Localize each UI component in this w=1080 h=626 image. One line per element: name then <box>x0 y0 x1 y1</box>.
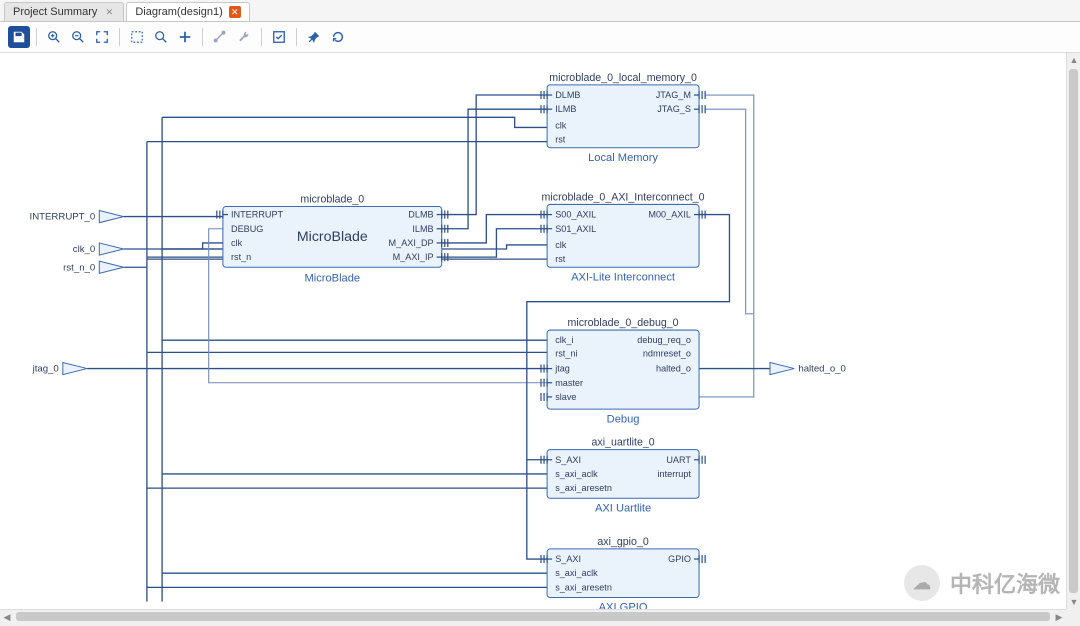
block-debug[interactable]: microblade_0_debug_0 Debug clk_i rst_ni … <box>541 317 699 425</box>
toolbar-separator <box>202 28 203 46</box>
svg-text:JTAG_M: JTAG_M <box>656 90 691 100</box>
svg-text:s_axi_aresetn: s_axi_aresetn <box>555 582 612 592</box>
wrench-icon[interactable] <box>233 26 255 48</box>
block-axi-interconnect[interactable]: microblade_0_AXI_Interconnect_0 AXI-Lite… <box>541 191 705 283</box>
svg-text:INTERRUPT: INTERRUPT <box>231 210 284 220</box>
svg-text:Debug: Debug <box>607 413 640 425</box>
svg-text:ILMB: ILMB <box>412 224 433 234</box>
zoom-in-icon[interactable] <box>43 26 65 48</box>
svg-text:DEBUG: DEBUG <box>231 224 263 234</box>
svg-text:microblade_0_local_memory_0: microblade_0_local_memory_0 <box>549 72 697 84</box>
svg-text:clk: clk <box>555 120 567 130</box>
toolbar-separator <box>296 28 297 46</box>
svg-text:clk: clk <box>555 240 567 250</box>
svg-text:DLMB: DLMB <box>408 210 433 220</box>
svg-text:AXI-Lite Interconnect: AXI-Lite Interconnect <box>571 271 676 283</box>
ext-port-interrupt[interactable]: INTERRUPT_0 <box>30 211 124 223</box>
pin-icon[interactable] <box>303 26 325 48</box>
search-icon[interactable] <box>150 26 172 48</box>
svg-text:rst_n: rst_n <box>231 252 251 262</box>
ext-port-rstn[interactable]: rst_n_0 <box>63 261 123 273</box>
svg-text:axi_uartlite_0: axi_uartlite_0 <box>591 437 654 449</box>
scroll-up-icon[interactable]: ▲ <box>1067 53 1080 67</box>
svg-text:rst_ni: rst_ni <box>555 348 577 358</box>
svg-text:slave: slave <box>555 392 576 402</box>
svg-text:microblade_0: microblade_0 <box>300 193 364 205</box>
svg-text:debug_req_o: debug_req_o <box>637 335 691 345</box>
close-icon[interactable]: ✕ <box>229 6 241 18</box>
diagram-canvas[interactable]: INTERRUPT_0 clk_0 rst_n_0 jtag_0 halted_… <box>0 53 1080 623</box>
svg-text:axi_gpio_0: axi_gpio_0 <box>597 536 648 548</box>
scroll-right-icon[interactable]: ▶ <box>1052 610 1066 624</box>
svg-text:UART: UART <box>666 455 691 465</box>
connector-icon[interactable] <box>209 26 231 48</box>
svg-text:microblade_0_debug_0: microblade_0_debug_0 <box>568 317 679 329</box>
refresh-icon[interactable] <box>327 26 349 48</box>
svg-text:rst: rst <box>555 135 566 145</box>
svg-text:s_axi_aresetn: s_axi_aresetn <box>555 483 612 493</box>
ext-port-halted[interactable]: halted_o_0 <box>770 362 846 374</box>
zoom-fit-icon[interactable] <box>91 26 113 48</box>
block-diagram[interactable]: INTERRUPT_0 clk_0 rst_n_0 jtag_0 halted_… <box>0 53 1080 623</box>
scrollbar-corner <box>1066 609 1080 623</box>
svg-text:S_AXI: S_AXI <box>555 455 581 465</box>
tab-bar: Project Summary ✕ Diagram(design1) ✕ <box>0 0 1080 22</box>
svg-text:interrupt: interrupt <box>658 469 692 479</box>
scroll-down-icon[interactable]: ▼ <box>1067 595 1080 609</box>
svg-text:AXI Uartlite: AXI Uartlite <box>595 502 651 514</box>
svg-text:s_axi_aclk: s_axi_aclk <box>555 469 598 479</box>
svg-text:halted_o: halted_o <box>656 364 691 374</box>
toolbar-separator <box>36 28 37 46</box>
svg-text:jtag_0: jtag_0 <box>32 364 59 375</box>
block-local-memory[interactable]: microblade_0_local_memory_0 Local Memory… <box>541 72 705 164</box>
tab-diagram-design1[interactable]: Diagram(design1) ✕ <box>126 2 249 21</box>
svg-text:jtag: jtag <box>554 364 570 374</box>
svg-text:MicroBlade: MicroBlade <box>304 272 360 284</box>
svg-text:ILMB: ILMB <box>555 104 576 114</box>
tab-label: Diagram(design1) <box>135 6 222 18</box>
svg-text:S01_AXIL: S01_AXIL <box>555 224 596 234</box>
svg-text:Local Memory: Local Memory <box>588 152 658 164</box>
svg-text:M_AXI_DP: M_AXI_DP <box>389 238 434 248</box>
zoom-out-icon[interactable] <box>67 26 89 48</box>
ext-port-clk[interactable]: clk_0 <box>73 243 124 255</box>
zoom-area-icon[interactable] <box>126 26 148 48</box>
svg-text:M00_AXIL: M00_AXIL <box>648 210 691 220</box>
svg-text:clk: clk <box>231 238 243 248</box>
svg-text:JTAG_S: JTAG_S <box>657 104 691 114</box>
block-uartlite[interactable]: axi_uartlite_0 AXI Uartlite S_AXI s_axi_… <box>541 437 705 515</box>
validate-icon[interactable] <box>268 26 290 48</box>
vertical-scrollbar[interactable]: ▲ ▼ <box>1066 53 1080 609</box>
toolbar-separator <box>119 28 120 46</box>
svg-text:s_axi_aclk: s_axi_aclk <box>555 568 598 578</box>
svg-text:master: master <box>555 378 583 388</box>
svg-text:rst_n_0: rst_n_0 <box>63 262 95 273</box>
svg-text:DLMB: DLMB <box>555 90 580 100</box>
add-icon[interactable] <box>174 26 196 48</box>
block-microblade[interactable]: microblade_0 MicroBlade MicroBlade INTER… <box>217 193 448 284</box>
svg-text:microblade_0_AXI_Interconnect_: microblade_0_AXI_Interconnect_0 <box>542 191 705 203</box>
svg-text:M_AXI_IP: M_AXI_IP <box>393 252 434 262</box>
diagram-toolbar <box>0 22 1080 53</box>
scroll-left-icon[interactable]: ◀ <box>0 610 14 624</box>
save-icon[interactable] <box>8 26 30 48</box>
svg-text:clk_0: clk_0 <box>73 244 95 255</box>
svg-text:GPIO: GPIO <box>668 554 691 564</box>
svg-text:S_AXI: S_AXI <box>555 554 581 564</box>
block-gpio[interactable]: axi_gpio_0 AXI GPIO S_AXI s_axi_aclk s_a… <box>541 536 705 614</box>
svg-text:halted_o_0: halted_o_0 <box>798 364 846 375</box>
svg-text:INTERRUPT_0: INTERRUPT_0 <box>30 212 96 223</box>
close-icon[interactable]: ✕ <box>103 6 115 18</box>
toolbar-separator <box>261 28 262 46</box>
tab-project-summary[interactable]: Project Summary ✕ <box>4 2 124 21</box>
svg-text:S00_AXIL: S00_AXIL <box>555 210 596 220</box>
ext-port-jtag[interactable]: jtag_0 <box>32 362 88 374</box>
horizontal-scrollbar[interactable]: ◀ ▶ <box>0 609 1066 623</box>
svg-text:clk_i: clk_i <box>555 335 573 345</box>
svg-text:rst: rst <box>555 254 566 264</box>
tab-label: Project Summary <box>13 6 97 18</box>
svg-text:MicroBlade: MicroBlade <box>297 229 368 245</box>
svg-text:ndmreset_o: ndmreset_o <box>643 348 691 358</box>
